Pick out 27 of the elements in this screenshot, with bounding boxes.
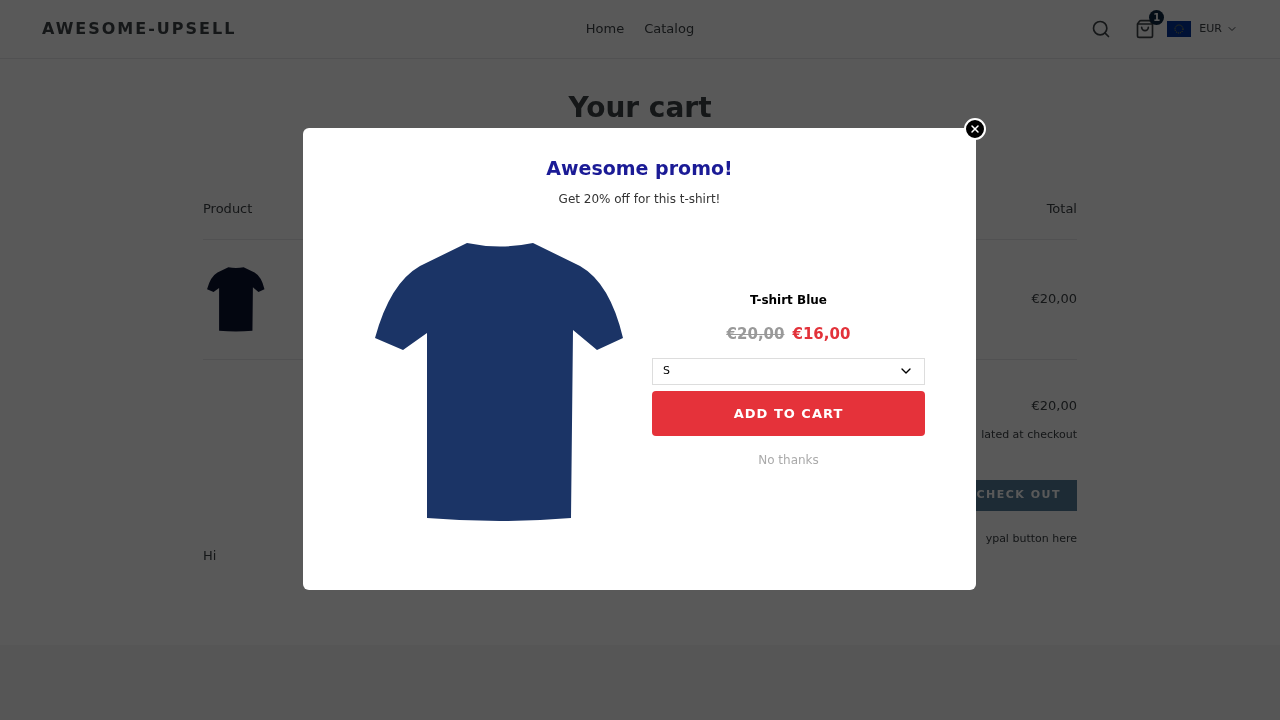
page-title: Your cart — [568, 91, 712, 125]
promo-title: Awesome promo! — [546, 156, 733, 181]
currency-selector[interactable]: EUR — [1167, 20, 1238, 38]
sale-price: €16,00 — [792, 324, 851, 346]
cart-icon[interactable] — [1135, 19, 1156, 39]
nav-link[interactable]: Home — [585, 19, 625, 39]
size-select[interactable]: S — [652, 357, 925, 385]
flag-icon — [1167, 21, 1192, 37]
product-name: T-shirt Blue — [750, 292, 827, 310]
column-header: Total — [1046, 200, 1077, 218]
subtotal-amount: €20,00 — [1031, 396, 1077, 415]
column-header: Product — [203, 200, 253, 218]
tax-note: lated at checkout — [981, 427, 1077, 443]
original-price: €20,00 — [726, 324, 785, 346]
no-thanks-link[interactable]: No thanks — [758, 450, 819, 469]
promo-subtitle: Get 20% off for this t-shirt! — [558, 190, 721, 208]
paypal-note: ypal button here — [985, 530, 1077, 547]
add-to-cart-button[interactable]: ADD TO CART — [652, 390, 925, 436]
close-button[interactable] — [964, 118, 986, 140]
close-icon — [969, 123, 981, 135]
search-icon[interactable] — [1091, 19, 1112, 39]
line-total: €20,00 — [1031, 290, 1077, 309]
cart-note: Hi — [203, 547, 218, 565]
product-thumbnail — [207, 266, 265, 332]
store-logo[interactable]: AWESOME-UPSELL — [42, 17, 302, 41]
cart-count: 1 — [1149, 10, 1165, 25]
nav-link[interactable]: Catalog — [644, 19, 695, 39]
